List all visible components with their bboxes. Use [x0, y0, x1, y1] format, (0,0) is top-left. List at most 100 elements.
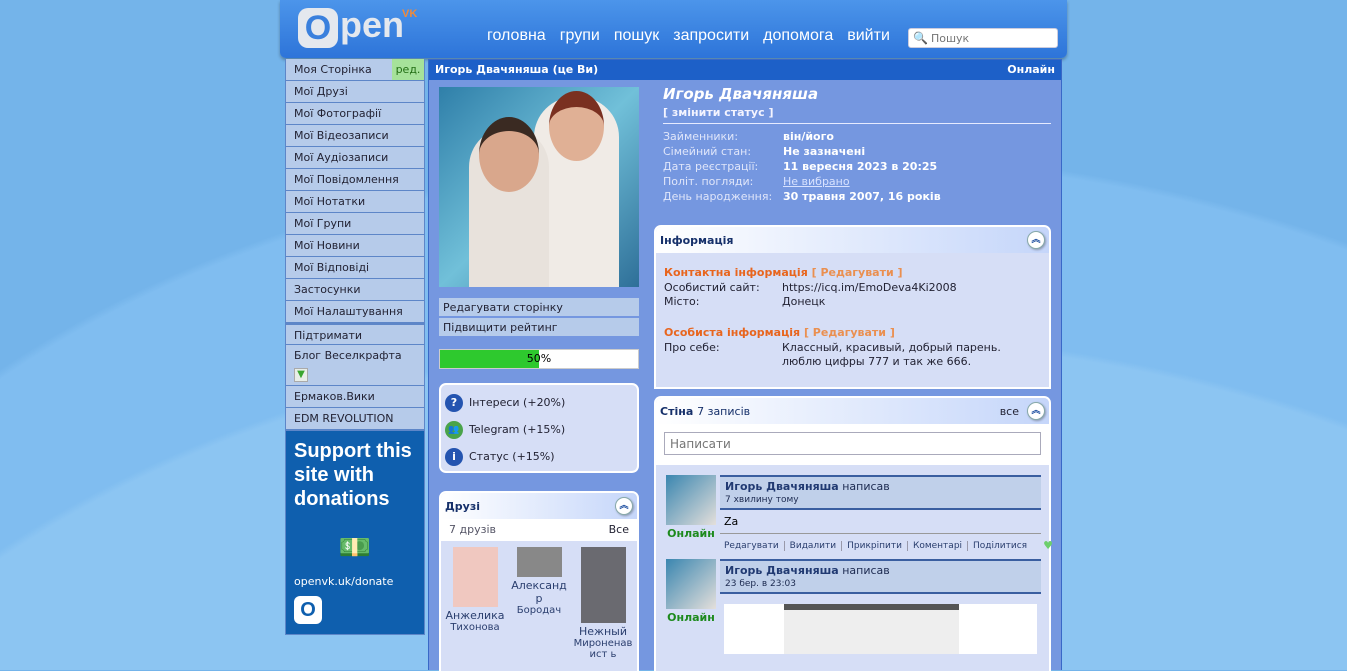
search-icon: 🔍 [913, 31, 928, 45]
post-pin-link[interactable]: Прикріпити [842, 540, 908, 551]
progress-label: 50% [526, 352, 552, 365]
collapse-icon[interactable]: ︽ [1027, 231, 1045, 249]
friend-item[interactable]: Александр Бородач [509, 547, 569, 660]
personal-info-heading: Особиста інформація [664, 326, 801, 339]
profile-page: Игорь Двачяняша (це Ви) Онлайн Редагувати… [428, 59, 1062, 671]
information-box: Інформація ︽ Контактна інформація [ Редаг… [654, 225, 1051, 389]
wall-post-input[interactable] [664, 432, 1041, 455]
profile-row: Сімейний стан: Не зазначені [663, 145, 1051, 158]
sidebar-item-replies[interactable]: Мої Відповіді [285, 257, 425, 279]
collapse-icon[interactable]: ︽ [1027, 402, 1045, 420]
page-header: Игорь Двачяняша (це Ви) Онлайн [429, 60, 1061, 80]
sidebar-link-label: Блог Веселкрафта [294, 349, 402, 362]
row-value: він/його [783, 130, 834, 143]
wall-count: 7 записів [697, 404, 751, 418]
collapse-icon[interactable]: ︽ [615, 497, 633, 515]
like-heart-icon[interactable]: ♥ [1038, 539, 1058, 552]
edit-personal-link[interactable]: [ Редагувати ] [804, 326, 895, 339]
download-arrow-icon: ▼ [294, 368, 308, 382]
sidebar-item-news[interactable]: Мої Новини [285, 235, 425, 257]
city-link[interactable]: Донецк [782, 295, 825, 309]
friends-all-link[interactable]: Все [609, 519, 629, 541]
author-avatar[interactable] [666, 475, 716, 525]
nav-logout[interactable]: вийти [847, 27, 890, 45]
sidebar-item-notes[interactable]: Мої Нотатки [285, 191, 425, 213]
post-author[interactable]: Игорь Двачяняша [725, 564, 839, 577]
sidebar-link-edm[interactable]: EDM REVOLUTION [285, 408, 425, 430]
contact-info-heading: Контактна інформація [664, 266, 808, 279]
online-badge: Онлайн [667, 611, 715, 624]
money-icon: 💵 [338, 533, 372, 563]
about-value: Классный, красивый, добрый парень. люблю… [782, 341, 1001, 368]
page-title: Игорь Двачяняша (це Ви) [435, 63, 599, 76]
row-label: Сімейний стан: [663, 145, 752, 158]
profile-row: Займенники: він/його [663, 130, 1051, 143]
personal-site-link[interactable]: https://icq.im/EmoDeva4Ki2008 [782, 281, 957, 295]
top-nav: головна групи пошук запросити допомога в… [487, 27, 890, 45]
post-share-link[interactable]: Поділитися [968, 541, 1032, 551]
row-label: Дата реєстрації: [663, 160, 759, 173]
rating-item-interests[interactable]: ? Інтереси (+20%) [445, 389, 633, 416]
sidebar-link-wiki[interactable]: Ермаков.Вики [285, 386, 425, 408]
profile-row: Політ. погляди: Не вибрано [663, 175, 1051, 188]
profile-name: Игорь Двачяняша [663, 85, 819, 103]
sidebar-item-settings[interactable]: Мої Налаштування [285, 301, 425, 323]
wall-all-link[interactable]: все [1000, 405, 1019, 418]
row-label: Про себе: [664, 341, 720, 354]
post-author[interactable]: Игорь Двачяняша [725, 480, 839, 493]
author-avatar[interactable] [666, 559, 716, 609]
openvk-logo[interactable]: Open VK [298, 4, 418, 48]
sidebar-item-my-page[interactable]: Моя Сторінка ред. [285, 59, 425, 81]
friend-last-name: Мироненавист ь [573, 638, 633, 660]
friend-first-name: Александр [511, 579, 567, 605]
row-label: Місто: [664, 295, 700, 308]
profile-completeness-bar: 50% [439, 349, 639, 369]
sidebar-link-blog[interactable]: Блог Веселкрафта ▼ [285, 345, 425, 386]
political-views-link[interactable]: Не вибрано [783, 175, 850, 188]
sidebar-item-apps[interactable]: Застосунки [285, 279, 425, 301]
online-status: Онлайн [1007, 63, 1055, 76]
post-comments-link[interactable]: Коментарі [908, 540, 969, 551]
nav-groups[interactable]: групи [560, 27, 600, 45]
sidebar-item-audio[interactable]: Мої Аудіозаписи [285, 147, 425, 169]
sidebar-item-groups[interactable]: Мої Групи [285, 213, 425, 235]
profile-row: Дата реєстрації: 11 вересня 2023 в 20:25 [663, 160, 1051, 173]
nav-help[interactable]: допомога [763, 27, 833, 45]
post-verb: написав [842, 480, 890, 493]
online-badge: Онлайн [667, 527, 715, 540]
post-delete-link[interactable]: Видалити [785, 540, 843, 551]
post-time[interactable]: 23 бер. в 23:03 [725, 579, 1036, 589]
wall-box: Стіна 7 записів все ︽ Онлайн Игорь Двачяня… [654, 396, 1053, 671]
sidebar-link-support[interactable]: Підтримати [285, 323, 425, 345]
friend-avatar [580, 547, 626, 623]
raise-rating-button[interactable]: Підвищити рейтинг [439, 318, 639, 337]
rating-item-status[interactable]: i Статус (+15%) [445, 443, 633, 470]
donate-url: openvk.uk/donate [294, 575, 394, 588]
rating-label: Telegram (+15%) [469, 423, 566, 436]
rating-item-telegram[interactable]: 👥 Telegram (+15%) [445, 416, 633, 443]
donate-banner[interactable]: Support this site with donations 💵 openv… [285, 430, 425, 635]
friend-item[interactable]: Нежный Мироненавист ь [573, 547, 633, 660]
sidebar-item-videos[interactable]: Мої Відеозаписи [285, 125, 425, 147]
post-image-attachment[interactable] [724, 604, 1037, 654]
edit-page-button[interactable]: Редагувати сторінку [439, 298, 639, 317]
friend-item[interactable]: Анжелика Тихонова [445, 547, 505, 660]
edit-page-link[interactable]: ред. [392, 59, 424, 80]
nav-search[interactable]: пошук [614, 27, 659, 45]
post-edit-link[interactable]: Редагувати [724, 540, 785, 551]
nav-invite[interactable]: запросити [673, 27, 749, 45]
sidebar-item-messages[interactable]: Мої Повідомлення [285, 169, 425, 191]
nav-home[interactable]: головна [487, 27, 546, 45]
sidebar-item-friends[interactable]: Мої Друзі [285, 81, 425, 103]
telegram-icon: 👥 [445, 420, 463, 439]
profile-photo[interactable] [439, 87, 639, 287]
change-status-link[interactable]: [ змінити статус ] [663, 106, 1051, 124]
search-input[interactable] [930, 31, 1051, 45]
sidebar-item-photos[interactable]: Мої Фотографії [285, 103, 425, 125]
friends-count[interactable]: 7 друзів [449, 519, 496, 541]
profile-row: День народження: 30 травня 2007, 16 років [663, 190, 1051, 203]
row-label: День народження: [663, 190, 773, 203]
post-time[interactable]: 7 хвилину тому [725, 495, 1036, 505]
row-value: 11 вересня 2023 в 20:25 [783, 160, 938, 173]
edit-contact-link[interactable]: [ Редагувати ] [812, 266, 903, 279]
